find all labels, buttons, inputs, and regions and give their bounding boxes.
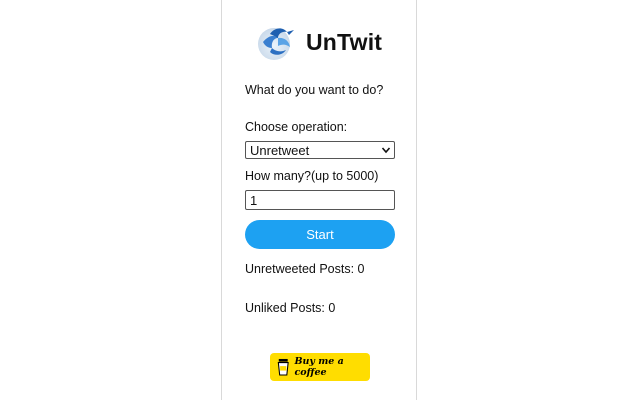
count-input[interactable] (245, 190, 395, 210)
operation-select[interactable]: Unretweet (245, 141, 395, 159)
header: UnTwit (256, 22, 382, 62)
unretweeted-count: Unretweeted Posts: 0 (245, 262, 365, 276)
coffee-label: Buy me a coffee (294, 356, 344, 378)
operation-label: Choose operation: (245, 120, 348, 134)
question-text: What do you want to do? (245, 83, 384, 97)
bird-logo-icon (258, 28, 294, 60)
unliked-count: Unliked Posts: 0 (245, 301, 336, 315)
chevron-down-icon (381, 147, 391, 154)
buy-me-a-coffee-button[interactable]: Buy me a coffee (270, 353, 370, 381)
start-button[interactable]: Start (245, 220, 395, 249)
extension-panel: UnTwit What do you want to do? Choose op… (221, 0, 417, 400)
count-label: How many?(up to 5000) (245, 169, 379, 183)
operation-selected-value: Unretweet (250, 142, 310, 158)
coffee-cup-icon (277, 358, 289, 376)
app-title: UnTwit (306, 28, 383, 55)
